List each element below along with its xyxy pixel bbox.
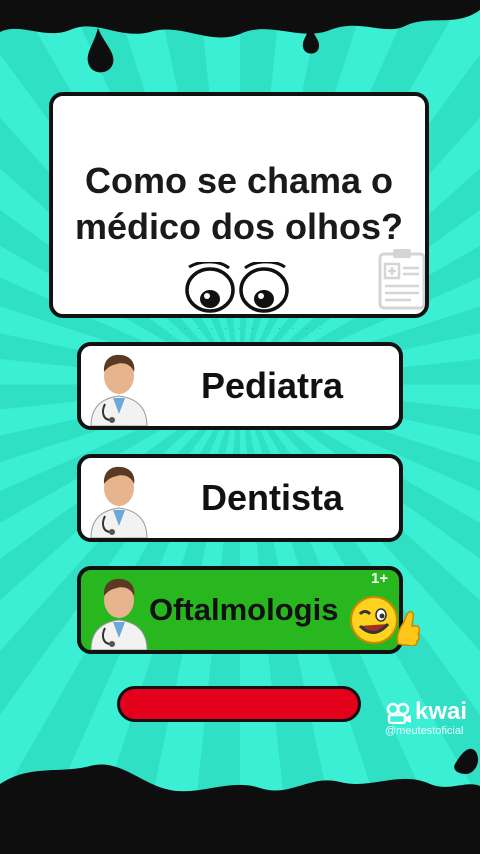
doctor-avatar-icon [90,466,148,538]
question-line-2: médico dos olhos? [74,206,404,247]
top-ink-splash [0,0,480,73]
eyes-icon [185,262,289,313]
question-line-1: Como se chama o [84,160,394,201]
kwai-logo-icon [386,702,411,724]
bottom-ink-splash [0,748,480,854]
answer-option-2[interactable]: Dentista [77,454,403,542]
clipboard-icon [378,249,426,310]
question-card: Como se chama o médico dos olhos? [49,92,429,318]
answer-label-1: Pediatra [200,365,344,406]
answer-label-2: Dentista [200,477,344,518]
answer-option-1[interactable]: Pediatra [77,342,403,430]
kwai-brand: kwai [386,698,467,726]
timer-progress-bar [117,686,361,722]
doctor-avatar-icon [90,578,148,650]
question-text: Como se chama o médico dos olhos? [53,158,425,250]
points-earned-badge: 1+ [371,570,389,587]
doctor-avatar-icon [90,354,148,426]
kwai-app-name: kwai [415,698,468,725]
creator-handle: @meutestoficial [385,725,464,737]
wink-thumbs-up-emoji [350,596,420,646]
faint-watermark: · · · · · · · · · · · · [170,323,326,333]
